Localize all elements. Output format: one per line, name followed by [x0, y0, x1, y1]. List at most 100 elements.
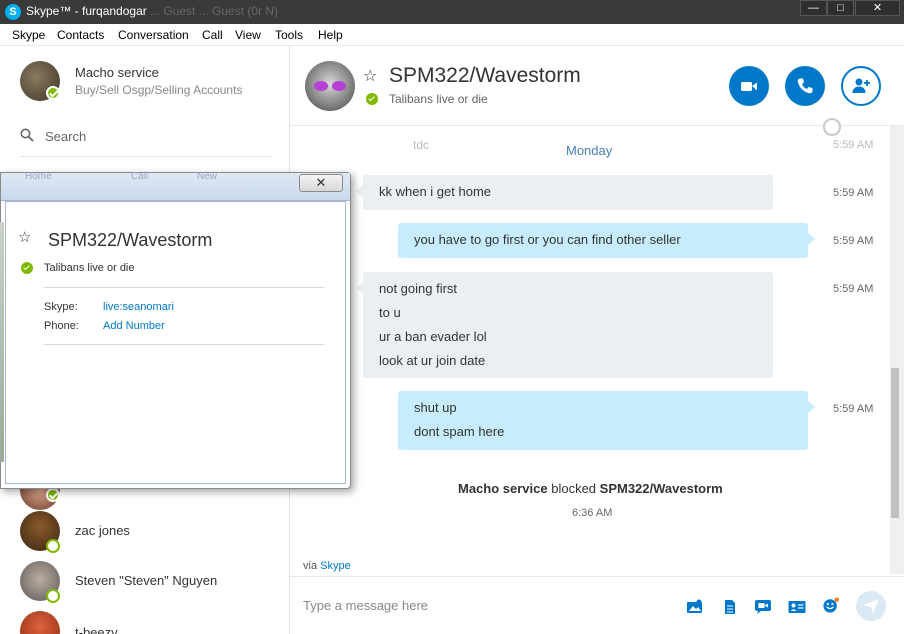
menu-skype[interactable]: Skype	[12, 28, 45, 42]
avatar-sunglasses-right	[332, 81, 346, 91]
faded-tab-home: Home	[25, 171, 52, 182]
contact-avatar	[20, 611, 60, 634]
event-target: SPM322/Wavestorm	[599, 481, 723, 496]
message-composer: Type a message here	[290, 576, 904, 634]
emoticon-icon[interactable]	[822, 597, 840, 613]
popup-contact-mood: Talibans live or die	[44, 262, 135, 274]
menu-help[interactable]: Help	[318, 28, 343, 42]
voice-call-button[interactable]	[785, 66, 825, 106]
contact-name: Steven "Steven" Nguyen	[75, 573, 218, 588]
send-button[interactable]	[856, 591, 886, 621]
video-camera-icon	[741, 82, 757, 91]
contact-list-item[interactable]: zac jones	[0, 507, 289, 555]
menu-call[interactable]: Call	[202, 28, 223, 42]
avatar-sunglasses-left	[314, 81, 328, 91]
message-timestamp: 5:59 AM	[833, 283, 874, 295]
video-call-button[interactable]	[729, 66, 769, 106]
online-status-icon	[46, 488, 60, 502]
outgoing-message[interactable]: shut up dont spam here	[398, 391, 815, 450]
message-text: ur a ban evader lol	[379, 329, 487, 344]
window-title: Skype™ - furqandogar	[26, 4, 147, 18]
my-mood-message[interactable]: Buy/Sell Osgp/Selling Accounts	[75, 83, 242, 97]
popup-divider	[44, 287, 324, 288]
contact-card-icon[interactable]	[788, 599, 806, 615]
window-ghost-text: ... Guest ... Guest (0r N)	[150, 4, 279, 18]
contact-list-item[interactable]: t-beezy	[0, 607, 289, 634]
popup-contact-name: SPM322/Wavestorm	[48, 230, 213, 250]
profile-picture-strip	[0, 222, 4, 462]
via-indicator: via Skype	[303, 560, 351, 572]
message-timestamp: 5:59 AM	[833, 403, 874, 415]
message-timestamp: 5:59 AM	[833, 235, 874, 247]
message-timestamp: 5:59 AM	[833, 187, 874, 199]
contact-list-item[interactable]: Steven "Steven" Nguyen	[0, 557, 289, 605]
globe-icon	[823, 118, 841, 136]
via-prefix: via	[303, 560, 321, 572]
menu-contacts[interactable]: Contacts	[57, 28, 104, 42]
maximize-button[interactable]: □	[827, 0, 854, 16]
menu-bar: Skype Contacts Conversation Call View To…	[0, 24, 904, 46]
via-skype-link[interactable]: Skype	[320, 560, 351, 572]
favorite-star-icon[interactable]: ☆	[363, 66, 377, 86]
incoming-message[interactable]: not going first to u ur a ban evader lol…	[356, 272, 773, 378]
message-text: not going first	[379, 281, 458, 296]
minimize-button[interactable]: —	[800, 0, 827, 16]
menu-view[interactable]: View	[235, 28, 261, 42]
online-status-icon	[366, 93, 378, 105]
skype-id-label: Skype:	[44, 301, 78, 313]
menu-conversation[interactable]: Conversation	[118, 28, 189, 42]
skype-logo-icon: S	[5, 4, 21, 20]
conversation-pane: ☆ SPM322/Wavestorm Talibans live or die …	[290, 46, 904, 634]
phone-label: Phone:	[44, 320, 79, 332]
add-person-icon	[852, 78, 870, 93]
image-icon[interactable]	[686, 599, 704, 615]
day-separator: Monday	[566, 143, 613, 158]
faded-tab-new: New	[197, 171, 218, 182]
status-icon	[46, 539, 60, 553]
search-icon	[20, 128, 34, 142]
popup-titlebar: Home Call New ✕	[1, 171, 350, 201]
conversation-mood: Talibans live or die	[389, 92, 488, 106]
message-text: to u	[379, 305, 401, 320]
message-text: shut up	[414, 400, 457, 415]
my-display-name[interactable]: Macho service	[75, 65, 159, 80]
search-underline	[20, 156, 272, 157]
favorite-star-icon[interactable]: ☆	[18, 228, 31, 246]
phone-icon	[797, 78, 813, 94]
skype-id-link[interactable]: live:seanomari	[103, 301, 174, 313]
event-actor: Macho service	[458, 481, 548, 496]
scrollbar-thumb[interactable]	[891, 368, 899, 518]
faded-timestamp: 5:59 AM	[833, 139, 874, 151]
event-timestamp: 6:36 AM	[572, 507, 613, 519]
send-icon	[863, 599, 879, 613]
conversation-title[interactable]: SPM322/Wavestorm	[389, 64, 581, 88]
message-text: you have to go first or you can find oth…	[414, 232, 681, 247]
online-status-icon	[21, 262, 33, 274]
popup-close-button[interactable]: ✕	[299, 174, 343, 192]
contact-name: zac jones	[75, 523, 130, 538]
incoming-message[interactable]: kk when i get home	[356, 175, 773, 210]
menu-tools[interactable]: Tools	[275, 28, 303, 42]
contact-name: t-beezy	[75, 625, 118, 634]
message-text: look at ur join date	[379, 353, 486, 368]
add-number-link[interactable]: Add Number	[103, 320, 165, 332]
message-text: dont spam here	[414, 424, 505, 439]
add-people-button[interactable]	[841, 66, 881, 106]
block-event-message: Macho service blocked SPM322/Wavestorm	[458, 481, 723, 496]
conversation-avatar[interactable]	[305, 61, 355, 111]
video-message-icon[interactable]	[754, 599, 772, 615]
online-status-icon	[46, 86, 60, 100]
window-titlebar: S Skype™ - furqandogar ... Guest ... Gue…	[0, 0, 904, 24]
popup-divider	[44, 344, 324, 345]
header-divider	[290, 125, 904, 126]
faded-message: tdc	[413, 138, 430, 152]
message-input[interactable]: Type a message here	[303, 598, 428, 613]
event-action: blocked	[547, 481, 600, 496]
outgoing-message[interactable]: you have to go first or you can find oth…	[398, 223, 815, 258]
file-icon[interactable]	[721, 599, 739, 615]
message-text: kk when i get home	[379, 184, 492, 199]
faded-tab-call: Call	[131, 171, 149, 182]
close-window-button[interactable]: ✕	[855, 0, 900, 16]
status-icon	[46, 589, 60, 603]
search-input[interactable]: Search	[45, 129, 86, 144]
